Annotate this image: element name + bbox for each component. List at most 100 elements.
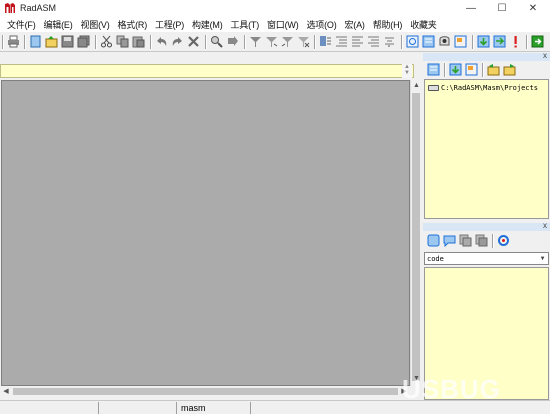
- bookmark-next-icon[interactable]: [265, 35, 278, 48]
- folder-back-icon[interactable]: [487, 63, 500, 76]
- toolbar-separator: [482, 63, 484, 77]
- menu-format[interactable]: 格式(R): [114, 17, 152, 31]
- toolbar-separator: [95, 35, 97, 49]
- minimize-icon: —: [466, 3, 476, 14]
- editor-area[interactable]: [1, 80, 410, 386]
- comment-icon[interactable]: [351, 35, 364, 48]
- toolbar-separator: [444, 63, 446, 77]
- copy-item-icon[interactable]: [459, 234, 472, 247]
- scroll-left-icon[interactable]: ◀: [1, 386, 11, 397]
- menu-favorites[interactable]: 收藏夹: [406, 17, 440, 31]
- menu-project[interactable]: 工程(P): [151, 17, 188, 31]
- toolbar-separator: [492, 234, 494, 248]
- find-icon[interactable]: [210, 35, 223, 48]
- project-panel-header[interactable]: x: [423, 51, 550, 61]
- save-icon[interactable]: [61, 35, 74, 48]
- menu-file[interactable]: 文件(F): [3, 17, 40, 31]
- menu-view[interactable]: 视图(V): [77, 17, 114, 31]
- menu-help[interactable]: 帮助(H): [369, 17, 407, 31]
- toolbar-separator: [150, 35, 152, 49]
- cut-icon[interactable]: [100, 35, 113, 48]
- new-file-icon[interactable]: [29, 35, 42, 48]
- close-icon[interactable]: x: [543, 51, 547, 60]
- convert-case-icon[interactable]: [383, 35, 396, 48]
- error-icon[interactable]: [509, 35, 522, 48]
- project-browse-icon[interactable]: [449, 63, 462, 76]
- indent-icon[interactable]: [319, 35, 332, 48]
- toolbar-separator: [472, 35, 474, 49]
- toolbar-separator: [314, 35, 316, 49]
- menu-make[interactable]: 构建(M): [188, 17, 227, 31]
- watermark: USBUG: [402, 374, 501, 404]
- close-icon: ✕: [528, 3, 538, 14]
- minimize-button[interactable]: —: [456, 0, 486, 17]
- toggle-toolbox-icon[interactable]: [438, 35, 451, 48]
- properties-panel-header[interactable]: x: [423, 221, 550, 231]
- paste-icon[interactable]: [132, 35, 145, 48]
- main-toolbar: [0, 31, 550, 52]
- save-all-icon[interactable]: [77, 35, 90, 48]
- properties-type-select[interactable]: code ▼: [424, 252, 549, 265]
- close-icon[interactable]: x: [543, 221, 547, 230]
- toggle-output-icon[interactable]: [406, 35, 419, 48]
- properties-icon[interactable]: [427, 234, 440, 247]
- redo-icon[interactable]: [171, 35, 184, 48]
- delete-icon[interactable]: [187, 35, 200, 48]
- close-button[interactable]: ✕: [518, 0, 548, 17]
- menu-edit[interactable]: 编辑(E): [40, 17, 77, 31]
- properties-panel-toolbar: [423, 232, 550, 250]
- menu-options[interactable]: 选项(O): [303, 17, 341, 31]
- chevron-down-icon[interactable]: ▼: [538, 254, 547, 263]
- project-view-icon[interactable]: [427, 63, 440, 76]
- drive-icon: [428, 85, 439, 91]
- comment-block-icon[interactable]: [443, 234, 456, 247]
- print-icon[interactable]: [7, 35, 20, 48]
- toggle-project-icon[interactable]: [422, 35, 435, 48]
- copy-icon[interactable]: [116, 35, 129, 48]
- toolbar-grip: [2, 35, 4, 49]
- refresh-icon[interactable]: [497, 234, 510, 247]
- editor-vertical-scrollbar[interactable]: ▲ ▼: [410, 80, 421, 386]
- project-tree[interactable]: C:\RadASM\Masm\Projects: [424, 79, 549, 219]
- menu-window[interactable]: 窗口(W): [263, 17, 303, 31]
- assemble-icon[interactable]: [477, 35, 490, 48]
- menu-tools[interactable]: 工具(T): [227, 17, 264, 31]
- toolbar-separator: [205, 35, 207, 49]
- radasm-window: RadASM — ☐ ✕ 文件(F) 编辑(E) 视图(V) 格式(R) 工程(…: [0, 0, 550, 414]
- paste-item-icon[interactable]: [475, 234, 488, 247]
- outdent-icon[interactable]: [335, 35, 348, 48]
- scroll-thumb[interactable]: [13, 388, 398, 395]
- uncomment-icon[interactable]: [367, 35, 380, 48]
- toolbar-separator: [401, 35, 403, 49]
- toolbar-separator: [526, 35, 528, 49]
- project-files-icon[interactable]: [465, 63, 478, 76]
- maximize-icon: ☐: [497, 3, 507, 14]
- menu-bar: 文件(F) 编辑(E) 视图(V) 格式(R) 工程(P) 构建(M) 工具(T…: [0, 17, 550, 31]
- maximize-button[interactable]: ☐: [487, 0, 517, 17]
- code-complete-field[interactable]: [0, 64, 414, 78]
- editor-horizontal-scrollbar[interactable]: ◀ ▶: [1, 386, 410, 397]
- tree-item-root[interactable]: C:\RadASM\Masm\Projects: [428, 84, 538, 92]
- status-assembler: masm: [176, 402, 250, 414]
- scroll-up-icon[interactable]: ▲: [412, 81, 421, 91]
- build-icon[interactable]: [493, 35, 506, 48]
- tree-item-label: C:\RadASM\Masm\Projects: [441, 84, 538, 92]
- scroll-thumb[interactable]: [412, 93, 420, 381]
- toolbar-separator: [24, 35, 26, 49]
- undo-icon[interactable]: [155, 35, 168, 48]
- folder-forward-icon[interactable]: [503, 63, 516, 76]
- select-value: code: [427, 255, 444, 263]
- bookmark-prev-icon[interactable]: [281, 35, 294, 48]
- bookmark-clear-icon[interactable]: [297, 35, 310, 48]
- project-panel-toolbar: [423, 61, 550, 79]
- open-file-icon[interactable]: [45, 35, 58, 48]
- menu-macro[interactable]: 宏(A): [341, 17, 369, 31]
- run-icon[interactable]: [531, 35, 544, 48]
- window-title: RadASM: [20, 3, 57, 13]
- radasm-logo-icon: [5, 3, 15, 13]
- toggle-properties-icon[interactable]: [454, 35, 467, 48]
- find-next-icon[interactable]: [226, 35, 239, 48]
- toolbar-separator: [244, 35, 246, 49]
- code-complete-spin[interactable]: ▲ ▼: [402, 64, 412, 78]
- bookmark-toggle-icon[interactable]: [249, 35, 262, 48]
